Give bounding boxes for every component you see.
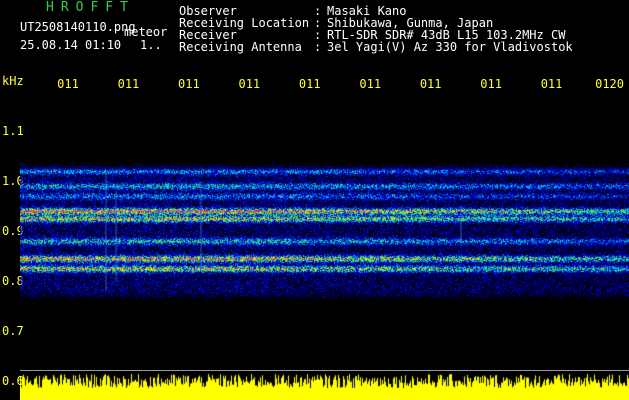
counter-text: 1..: [140, 38, 162, 52]
power-strip-canvas: [20, 372, 629, 400]
time-tick-label: 011: [419, 77, 442, 91]
time-tick-label: 011: [238, 77, 261, 91]
time-tick-label: 0120: [595, 77, 624, 91]
time-tick-label: 011: [480, 77, 502, 91]
meteor-tag: meteor: [124, 25, 168, 39]
filename-text: UT2508140110.png: [20, 20, 136, 34]
time-tick-label: 011: [298, 77, 321, 91]
time-tick-label: 011: [359, 77, 382, 91]
antenna-label: Receiving Antenna: [179, 40, 302, 54]
datetime-text: 25.08.14 01:10: [20, 38, 122, 52]
time-tick-label: 011: [178, 77, 200, 91]
power-baseline: [20, 370, 629, 371]
hrofft-logo: HROFFT: [46, 0, 135, 15]
sep-4: :: [314, 40, 322, 54]
spectrogram-canvas: [20, 100, 629, 370]
time-tick-label: 011: [57, 77, 79, 91]
antenna-value: 3el Yagi(V) Az 330 for Vladivostok: [327, 40, 573, 54]
time-tick-label: 011: [540, 77, 563, 91]
y-axis-unit: kHz: [2, 74, 24, 88]
time-tick-label: 011: [117, 77, 140, 91]
